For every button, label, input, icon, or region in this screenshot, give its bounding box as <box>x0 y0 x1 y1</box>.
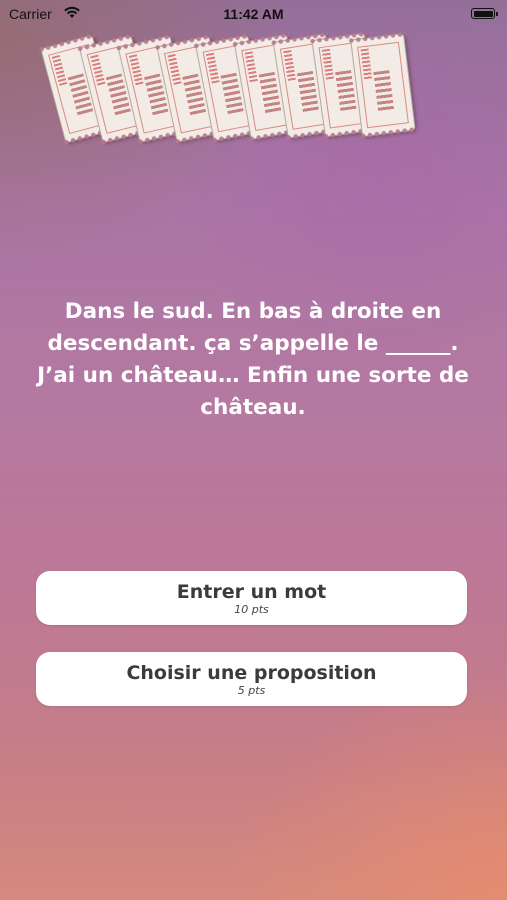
choose-proposition-points: 5 pts <box>237 684 266 697</box>
enter-word-label: Entrer un mot <box>176 581 327 603</box>
ticket-image <box>350 33 416 137</box>
choose-proposition-label: Choisir une proposition <box>126 662 377 684</box>
enter-word-button[interactable]: Entrer un mot 10 pts <box>36 571 467 625</box>
question-text: Dans le sud. En bas à droite en descenda… <box>37 299 469 420</box>
cinema-tickets-logo <box>0 0 507 160</box>
choose-proposition-button[interactable]: Choisir une proposition 5 pts <box>36 652 467 706</box>
enter-word-points: 10 pts <box>234 603 269 616</box>
